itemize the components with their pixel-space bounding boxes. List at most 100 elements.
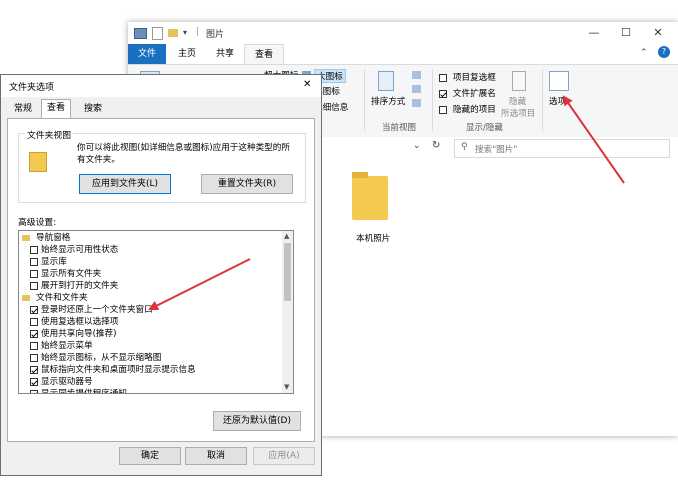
settings-option[interactable]: 显示驱动器号	[30, 376, 93, 388]
quick-access-toolbar[interactable]: ▾	[152, 26, 192, 40]
restore-defaults-button[interactable]: 还原为默认值(D)	[213, 411, 301, 431]
refresh-icon[interactable]: ↻	[432, 140, 440, 151]
ribbon-separator	[542, 69, 543, 131]
apply-to-folders-button[interactable]: 应用到文件夹(L)	[79, 174, 171, 194]
sort-icon[interactable]	[378, 71, 394, 91]
properties-icon[interactable]	[152, 27, 163, 40]
settings-option-checkbox[interactable]	[30, 389, 38, 393]
settings-option-checkbox[interactable]	[30, 365, 38, 374]
folder-options-dialog: 文件夹选项 ✕ 常规 查看 搜索 文件夹视图 你可以将此视图(如详细信息或图标)…	[0, 74, 322, 476]
settings-option-checkbox[interactable]	[30, 257, 38, 266]
dialog-titlebar: 文件夹选项 ✕	[1, 75, 321, 97]
settings-option-label: 展开到打开的文件夹	[41, 281, 119, 291]
settings-option[interactable]: 显示所有文件夹	[30, 268, 101, 280]
settings-option-label: 始终显示可用性状态	[41, 245, 119, 255]
hidden-items-label: 隐藏的项目	[452, 105, 496, 115]
item-check-boxes-toggle[interactable]: 项目复选框	[439, 71, 496, 83]
settings-option-checkbox[interactable]	[30, 269, 38, 278]
settings-option-label: 始终显示图标，从不显示缩略图	[41, 353, 162, 363]
dialog-tab-general[interactable]: 常规	[9, 101, 37, 117]
settings-option[interactable]: 始终显示可用性状态	[30, 244, 118, 256]
settings-option-checkbox[interactable]	[30, 305, 38, 314]
folder-label: 本机照片	[356, 234, 391, 244]
settings-option-label: 文件和文件夹	[36, 293, 88, 303]
dialog-tab-search[interactable]: 搜索	[79, 101, 107, 117]
settings-group-header: 文件和文件夹	[22, 292, 88, 304]
tab-view[interactable]: 查看	[244, 44, 285, 64]
current-view-group-label: 当前视图	[382, 123, 417, 133]
search-box[interactable]: ⚲ 搜索"图片"	[454, 139, 670, 158]
settings-option[interactable]: 始终显示菜单	[30, 340, 93, 352]
ok-button[interactable]: 确定	[119, 447, 181, 465]
reset-folders-button[interactable]: 重置文件夹(R)	[201, 174, 293, 194]
size-columns-icon[interactable]	[412, 99, 421, 107]
folder-icon	[22, 234, 30, 241]
explorer-titlebar: ▾ | 图片 — ☐ ✕	[128, 22, 678, 44]
ribbon-collapse-icon[interactable]: ⌃	[640, 48, 648, 58]
file-extensions-label: 文件扩展名	[452, 89, 496, 99]
scroll-up-arrow[interactable]: ▲	[284, 232, 289, 240]
help-icon[interactable]: ?	[658, 46, 670, 58]
settings-option-checkbox[interactable]	[30, 281, 38, 290]
search-icon: ⚲	[461, 142, 468, 152]
hidden-items-toggle[interactable]: 隐藏的项目	[439, 103, 496, 115]
settings-option-label: 使用复选框以选择项	[41, 317, 119, 327]
settings-option[interactable]: 使用复选框以选择项	[30, 316, 118, 328]
folder-icon	[22, 294, 30, 301]
settings-option-label: 导航窗格	[36, 233, 71, 243]
window-title: 图片	[206, 30, 225, 40]
group-by-icon[interactable]	[412, 71, 421, 79]
folder-icon-tab	[352, 172, 368, 178]
hidden-items-checkbox[interactable]	[439, 105, 447, 114]
settings-option-checkbox[interactable]	[30, 245, 38, 254]
dialog-tab-view[interactable]: 查看	[41, 99, 72, 119]
folder-item[interactable]: 本机照片	[342, 170, 402, 250]
settings-option-label: 显示所有文件夹	[41, 269, 102, 279]
scroll-thumb[interactable]	[284, 243, 291, 301]
settings-option[interactable]: 始终显示图标，从不显示缩略图	[30, 352, 161, 364]
settings-option-label: 显示驱动器号	[41, 377, 93, 387]
tab-home[interactable]: 主页	[168, 44, 206, 64]
settings-option[interactable]: 鼠标指向文件夹和桌面项时显示提示信息	[30, 364, 196, 376]
file-extensions-checkbox[interactable]	[439, 89, 447, 98]
apply-button[interactable]: 应用(A)	[253, 447, 315, 465]
sort-by-button[interactable]: 排序方式	[371, 95, 405, 107]
settings-option[interactable]: 显示库	[30, 256, 67, 268]
dialog-close-button[interactable]: ✕	[303, 79, 311, 90]
settings-option-checkbox[interactable]	[30, 317, 38, 326]
hide-selected-icon[interactable]	[512, 71, 526, 91]
advanced-settings-label: 高级设置:	[18, 218, 57, 228]
qat-dropdown-icon[interactable]: ▾	[183, 28, 187, 37]
settings-option[interactable]: 使用共享向导(推荐)	[30, 328, 116, 340]
settings-scrollbar[interactable]: ▲ ▼	[282, 231, 293, 393]
options-icon[interactable]	[549, 71, 569, 91]
hide-selected-label-1: 隐藏	[509, 97, 527, 107]
minimize-button[interactable]: —	[578, 22, 610, 44]
settings-option[interactable]: 展开到打开的文件夹	[30, 280, 118, 292]
folder-icon	[352, 176, 388, 220]
cancel-button[interactable]: 取消	[185, 447, 247, 465]
settings-option-label: 使用共享向导(推荐)	[41, 329, 117, 339]
add-columns-icon[interactable]	[412, 85, 421, 93]
tab-share[interactable]: 共享	[206, 44, 244, 64]
address-dropdown-icon[interactable]: ⌄	[413, 141, 421, 151]
folder-views-description: 你可以将此视图(如详细信息或图标)应用于这种类型的所有文件夹。	[77, 143, 290, 165]
ribbon-tabs: 文件 主页 共享 查看 ⌃ ?	[128, 44, 678, 64]
settings-option-checkbox[interactable]	[30, 341, 38, 350]
tab-file[interactable]: 文件	[128, 44, 167, 64]
settings-group-header: 导航窗格	[22, 232, 70, 244]
settings-option-label: 显示库	[41, 257, 67, 267]
advanced-settings-list[interactable]: 显示同步提供程序通知 显示驱动器号 鼠标指向文件夹和桌面项时显示提示信息 始终显示图标…	[18, 230, 294, 394]
settings-option-checkbox[interactable]	[30, 353, 38, 362]
file-extensions-toggle[interactable]: 文件扩展名	[439, 87, 496, 99]
new-folder-icon[interactable]	[168, 29, 178, 37]
settings-option[interactable]: 显示同步提供程序通知	[30, 388, 127, 393]
settings-option-checkbox[interactable]	[30, 329, 38, 338]
settings-option-checkbox[interactable]	[30, 377, 38, 386]
maximize-button[interactable]: ☐	[610, 22, 642, 44]
item-check-boxes-checkbox[interactable]	[439, 73, 447, 82]
settings-option[interactable]: 登录时还原上一个文件夹窗口	[30, 304, 153, 316]
close-button[interactable]: ✕	[642, 22, 674, 44]
title-separator: |	[196, 27, 200, 37]
scroll-down-arrow[interactable]: ▼	[284, 383, 289, 391]
